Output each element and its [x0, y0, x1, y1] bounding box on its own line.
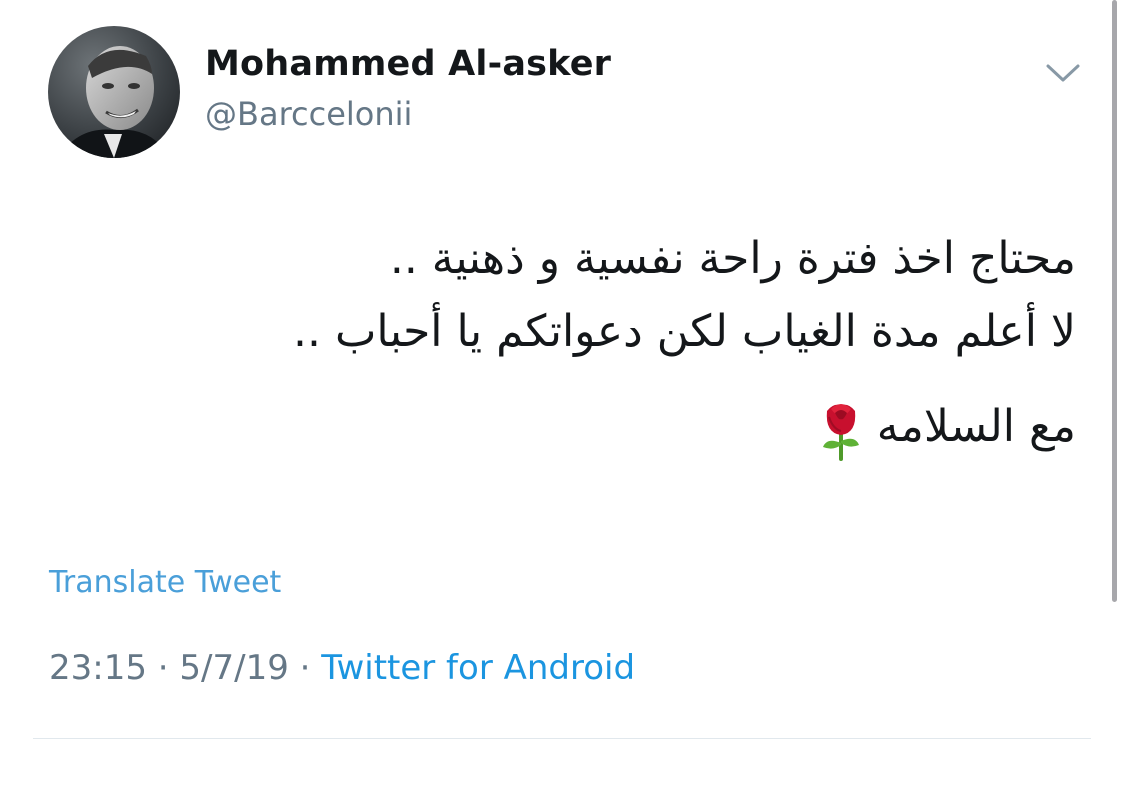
tweet-source-link[interactable]: Twitter for Android [321, 648, 635, 688]
scrollbar[interactable] [1112, 0, 1117, 602]
chevron-down-icon[interactable] [1040, 52, 1086, 92]
tweet-text: محتاج اخذ فترة راحة نفسية و ذهنية .. لا … [176, 222, 1076, 463]
display-name[interactable]: Mohammed Al-asker [205, 44, 611, 84]
user-handle[interactable]: @Barccelonii [205, 95, 412, 133]
meta-separator: · [299, 648, 311, 688]
meta-separator: · [157, 648, 169, 688]
translate-tweet-link[interactable]: Translate Tweet [49, 565, 281, 600]
tweet-line: لا أعلم مدة الغياب لكن دعواتكم يا أحباب … [293, 306, 1076, 357]
tweet-line-closing: مع السلامه [176, 390, 1076, 463]
avatar[interactable] [48, 26, 180, 158]
divider [33, 738, 1091, 739]
tweet-date[interactable]: 5/7/19 [179, 648, 288, 688]
tweet-time: 23:15 [49, 648, 147, 688]
tweet-line: مع السلامه [876, 401, 1076, 452]
tweet-meta: 23:15 · 5/7/19 · Twitter for Android [49, 648, 635, 688]
tweet-card: Mohammed Al-asker @Barccelonii محتاج اخذ… [0, 0, 1124, 785]
tweet-line: محتاج اخذ فترة راحة نفسية و ذهنية .. [389, 233, 1076, 284]
rose-icon [811, 397, 871, 461]
